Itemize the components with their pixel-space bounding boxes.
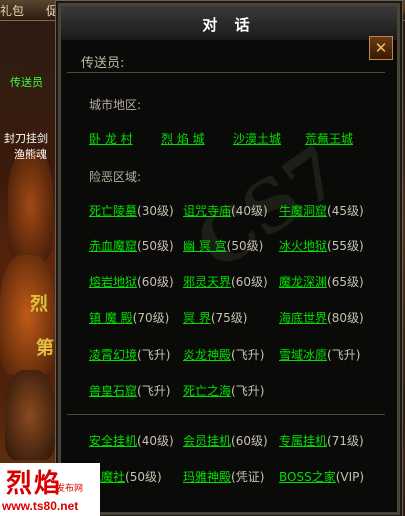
link-afk-zone[interactable]: 安全挂机(40级) <box>89 432 174 449</box>
city-section-label: 城市地区: <box>89 98 142 112</box>
site-logo: 烈焰 发布网 www.ts80.net <box>0 463 100 516</box>
link-afk-zone[interactable]: 会员挂机(60级) <box>183 432 268 449</box>
link-danger-zone[interactable]: 炎龙神殿(飞升) <box>183 346 264 363</box>
link-afk-zone[interactable]: 玛雅神殿(凭证) <box>183 468 264 485</box>
npc-name: 传送员: <box>81 56 125 71</box>
link-danger-zone[interactable]: 赤血魔窟(50级) <box>89 237 174 254</box>
link-wasteland-city[interactable]: 荒蕪王城 <box>305 130 353 147</box>
link-danger-zone[interactable]: 海底世界(80级) <box>279 309 364 326</box>
link-danger-zone[interactable]: 诅咒寺庙(40级) <box>183 202 268 219</box>
close-button[interactable]: ✕ <box>369 36 393 60</box>
link-danger-zone[interactable]: 兽皇石窟(飞升) <box>89 382 170 399</box>
link-danger-zone[interactable]: 熔岩地狱(60级) <box>89 273 174 290</box>
link-desert-city[interactable]: 沙漠土城 <box>233 130 281 147</box>
link-danger-zone[interactable]: 死亡陵墓(30级) <box>89 202 174 219</box>
npc-dialog: 对 话 ✕ CS7 传送员: 城市地区: 卧 龙 村 烈 焰 城 沙漠土城 荒蕪… <box>58 3 400 515</box>
dialog-title: 对 话 <box>202 16 256 34</box>
player-label: 渔熊魂 <box>14 148 47 161</box>
link-danger-zone[interactable]: 镇 魔 殿(70级) <box>89 309 169 326</box>
logo-url: www.ts80.net <box>2 499 79 513</box>
link-danger-zone[interactable]: 牛魔洞窟(45级) <box>279 202 364 219</box>
link-afk-zone[interactable]: 专属挂机(71级) <box>279 432 364 449</box>
dialog-title-bar: 对 话 <box>61 6 397 40</box>
logo-subtitle: 发布网 <box>56 484 84 494</box>
link-danger-zone[interactable]: 凌霄幻境(飞升) <box>89 346 170 363</box>
logo-brand: 烈焰 <box>6 469 63 499</box>
player-label: 封刀挂剑 <box>4 132 48 145</box>
world-glyph: 烈 <box>30 294 48 315</box>
link-danger-zone[interactable]: 邪灵天界(60级) <box>183 273 268 290</box>
link-danger-zone[interactable]: 冥 界(75级) <box>183 309 247 326</box>
link-danger-zone[interactable]: 魔龙深渊(65级) <box>279 273 364 290</box>
character-sprite <box>8 150 53 260</box>
link-lieyan-city[interactable]: 烈 焰 城 <box>161 130 205 147</box>
world-glyph: 第 <box>36 338 54 359</box>
character-sprite <box>5 370 55 460</box>
link-danger-zone[interactable]: 冰火地狱(55级) <box>279 237 364 254</box>
divider <box>67 72 385 73</box>
link-wolong-village[interactable]: 卧 龙 村 <box>89 130 133 147</box>
link-danger-zone[interactable]: 死亡之海(飞升) <box>183 382 264 399</box>
link-danger-zone[interactable]: 幽 冥 宫(50级) <box>183 237 263 254</box>
link-danger-zone[interactable]: 雪域冰原(飞升) <box>279 346 360 363</box>
topbar-item-gift[interactable]: 礼包 <box>0 2 24 19</box>
danger-section-label: 险恶区域: <box>89 170 142 184</box>
npc-label-teleporter[interactable]: 传送员 <box>10 74 43 90</box>
link-afk-zone[interactable]: BOSS之家(VIP) <box>279 468 364 485</box>
divider <box>67 414 385 415</box>
